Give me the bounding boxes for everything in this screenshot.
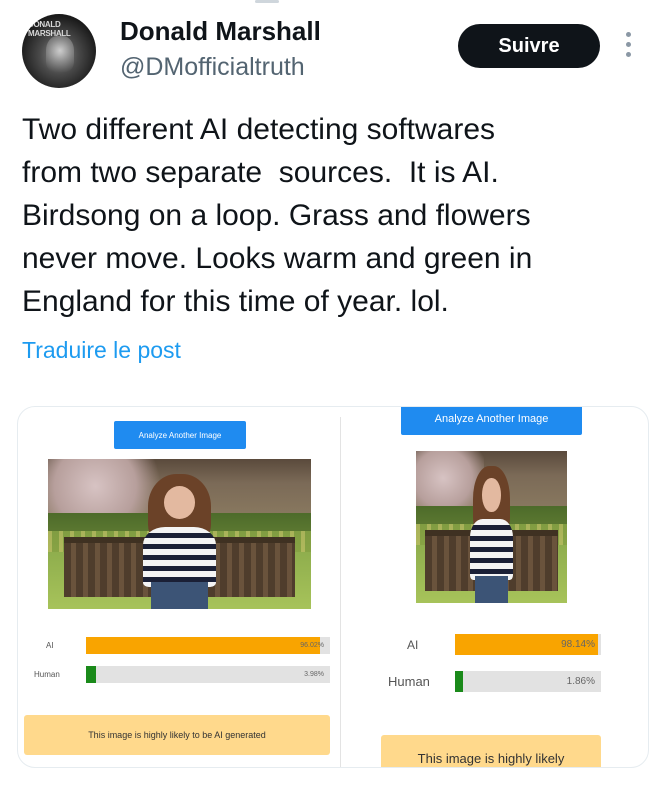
- user-handle[interactable]: @DMofficialtruth: [120, 53, 305, 82]
- ai-value-right: 98.14%: [561, 639, 595, 650]
- ai-bar-fill-left: [86, 637, 320, 654]
- panel-divider: [340, 417, 341, 767]
- human-bar-right: 1.86%: [455, 671, 601, 692]
- result-text-right: This image is highly likely: [381, 735, 601, 767]
- ai-label-right: AI: [407, 638, 419, 652]
- analyze-button-right[interactable]: Analyze Another Image: [401, 407, 582, 435]
- human-bar-left: 3.98%: [86, 666, 330, 683]
- tweet-media[interactable]: Analyze Another Image AI 96.02% Human 3.…: [17, 406, 649, 768]
- tweet-text: Two different AI detecting softwares fro…: [22, 113, 533, 318]
- human-value-left: 3.98%: [304, 671, 324, 678]
- ai-bar-left: 96.02%: [86, 637, 330, 654]
- follow-button[interactable]: Suivre: [458, 24, 600, 68]
- human-bar-fill-right: [455, 671, 463, 692]
- human-label-left: Human: [34, 670, 60, 679]
- ai-bar-right: 98.14%: [455, 634, 601, 655]
- human-label-right: Human: [388, 674, 430, 689]
- display-name[interactable]: Donald Marshall: [120, 16, 321, 47]
- avatar-figure: [46, 36, 74, 72]
- translate-link[interactable]: Traduire le post: [22, 337, 181, 364]
- more-vertical-icon[interactable]: [624, 32, 632, 57]
- result-text-left: This image is highly likely to be AI gen…: [24, 715, 330, 755]
- human-value-right: 1.86%: [566, 676, 595, 687]
- analyze-button-left[interactable]: Analyze Another Image: [114, 421, 246, 449]
- top-edge: [255, 0, 279, 3]
- ai-value-left: 96.02%: [300, 642, 324, 649]
- avatar[interactable]: DONALD MARSHALL: [22, 14, 96, 88]
- photo-right: [416, 451, 567, 603]
- photo-left: [48, 459, 311, 609]
- ai-label-left: AI: [46, 641, 54, 650]
- human-bar-fill-left: [86, 666, 96, 683]
